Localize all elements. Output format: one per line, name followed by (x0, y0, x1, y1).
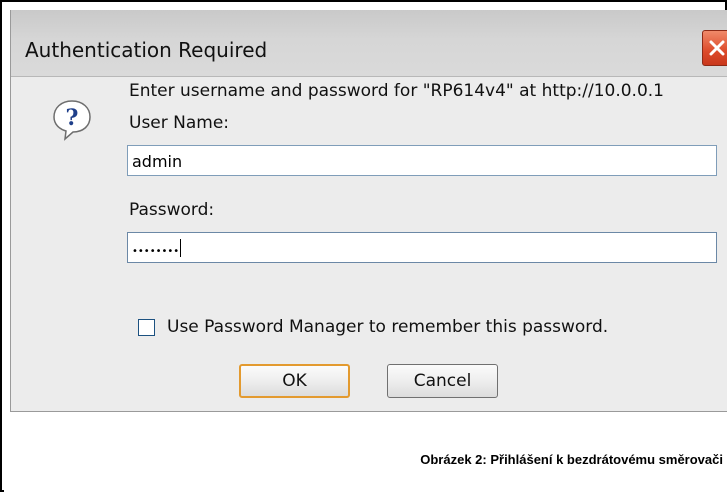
dialog-title: Authentication Required (25, 38, 268, 62)
figure-caption: Obrázek 2: Přihlášení k bezdrátovému smě… (420, 452, 723, 467)
screenshot-frame: Authentication Required ? Enter username… (0, 0, 727, 492)
close-icon (709, 40, 725, 56)
auth-dialog: Authentication Required ? Enter username… (10, 10, 727, 412)
text-caret (180, 239, 182, 257)
caption-area: Obrázek 2: Přihlášení k bezdrátovému smě… (4, 412, 727, 492)
svg-text:?: ? (66, 105, 79, 131)
dialog-titlebar[interactable]: Authentication Required (11, 10, 727, 77)
question-bubble-icon: ? (53, 100, 91, 141)
remember-password-checkbox[interactable] (138, 319, 155, 336)
cancel-button[interactable]: Cancel (387, 364, 498, 398)
username-label: User Name: (129, 113, 230, 133)
close-button[interactable] (702, 30, 727, 66)
username-input[interactable]: admin (127, 145, 717, 176)
password-input[interactable]: •••••••• (127, 232, 717, 263)
username-value: admin (132, 152, 183, 171)
auth-message: Enter username and password for "RP614v4… (129, 81, 664, 101)
password-label: Password: (129, 200, 215, 220)
ok-button[interactable]: OK (239, 364, 350, 398)
remember-password-label[interactable]: Use Password Manager to remember this pa… (167, 317, 608, 337)
password-mask: •••••••• (132, 246, 180, 257)
